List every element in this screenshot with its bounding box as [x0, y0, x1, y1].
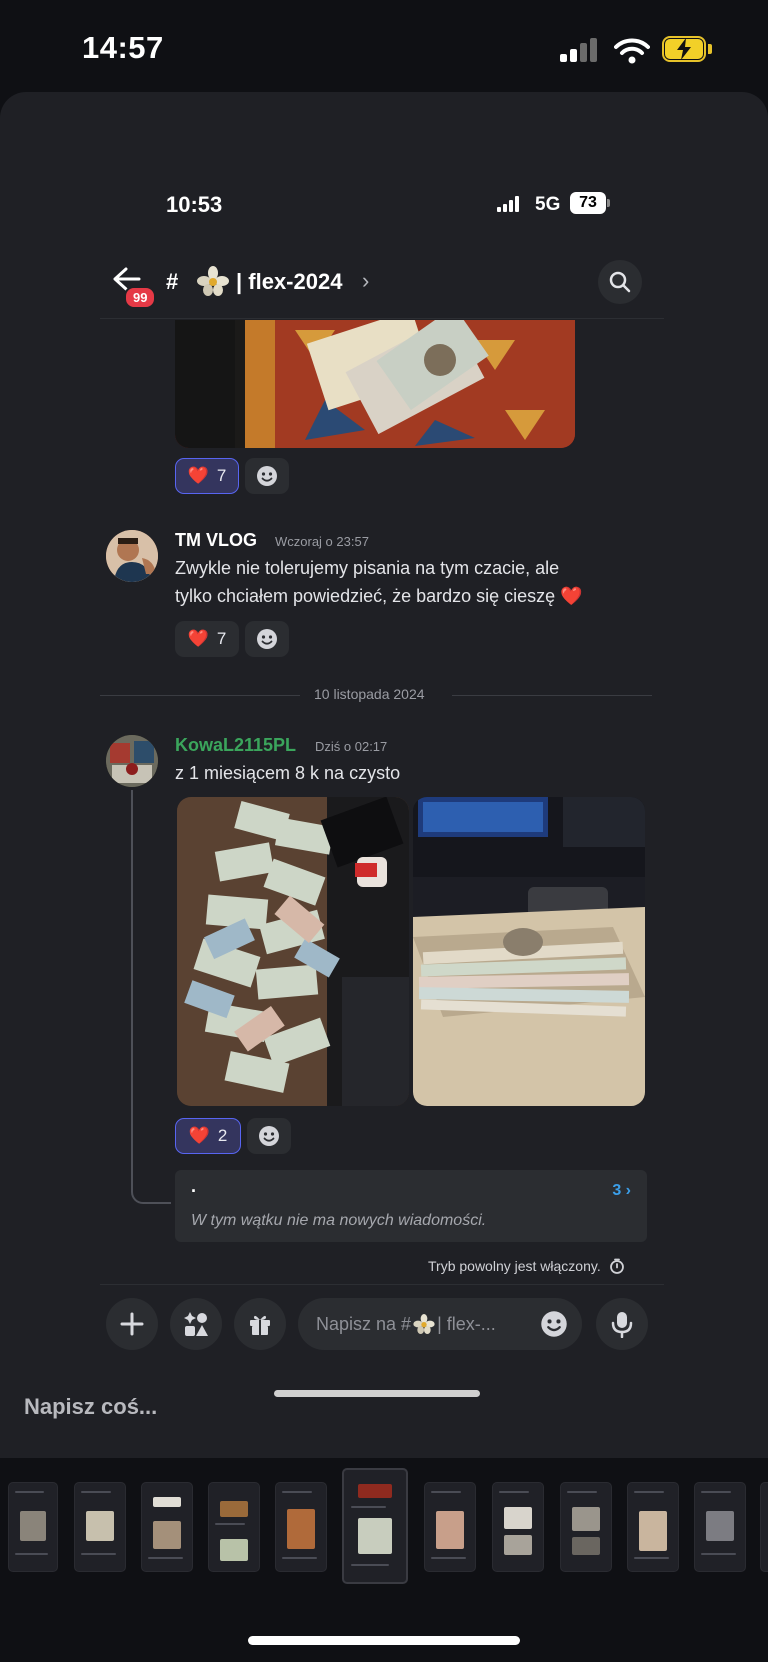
channel-name[interactable]: | flex-2024 [236, 269, 342, 295]
add-reaction-button[interactable] [247, 1118, 291, 1154]
thumbnail-selected[interactable] [342, 1468, 408, 1584]
timestamp-kowal: Dziś o 02:17 [315, 739, 388, 754]
gift-icon [250, 1315, 270, 1335]
message-input-placeholder: Napisz na # [316, 1313, 412, 1334]
slow-mode-text: Tryb powolny jest włączony. [428, 1258, 601, 1274]
thumbnail[interactable] [208, 1482, 260, 1572]
channel-hash: # [166, 269, 179, 294]
gift-button[interactable] [234, 1298, 286, 1350]
emoji-icon [257, 629, 277, 649]
timestamp-tm-vlog: Wczoraj o 23:57 [275, 534, 369, 549]
plus-icon [120, 1312, 144, 1336]
wifi-icon [614, 38, 650, 64]
slow-mode-notice: Tryb powolny jest włączony. [428, 1258, 625, 1274]
message-text-line1: Zwykle nie tolerujemy pisania na tym cza… [175, 558, 560, 578]
message-input-placeholder-tail: | flex-... [437, 1313, 496, 1334]
inner-signal-icon [497, 196, 523, 212]
thread-message-count[interactable]: 3 › [612, 1182, 631, 1200]
inner-battery-icon: 73 [570, 192, 612, 214]
inner-battery-level: 73 [579, 194, 597, 211]
reaction-heart[interactable]: ❤️ 7 [175, 458, 239, 494]
message-text-line2-content: tylko chciałem powiedzieć, że bardzo się… [175, 586, 556, 606]
thumbnail[interactable] [760, 1482, 768, 1572]
carpet-money-photo [175, 320, 575, 448]
avatar-kowal[interactable] [106, 735, 158, 787]
unread-badge: 99 [124, 286, 157, 309]
money-stack-photo [413, 797, 645, 1106]
channel-flower-emoji-small [413, 1314, 435, 1334]
reaction-count: 7 [216, 629, 227, 648]
channel-chevron-icon: › [362, 268, 370, 293]
emoji-icon [259, 1126, 279, 1146]
emoji-picker-icon[interactable] [540, 1310, 568, 1338]
thumbnail-strip [0, 1460, 768, 1610]
money-desk-photo [177, 797, 409, 1106]
search-button[interactable] [598, 260, 642, 304]
username-kowal[interactable]: KowaL2115PL [175, 735, 296, 756]
composer-divider [100, 1284, 664, 1285]
heart-emoji-inline: ❤️ [560, 586, 583, 606]
apps-button[interactable] [170, 1298, 222, 1350]
battery-charging-icon [662, 36, 714, 64]
message-image-money-desk[interactable] [177, 797, 409, 1106]
cellular-signal-icon [560, 38, 600, 62]
thumbnail[interactable] [492, 1482, 544, 1572]
inner-status-time: 10:53 [166, 192, 223, 217]
thumbnail[interactable] [560, 1482, 612, 1572]
status-time: 14:57 [82, 30, 164, 65]
inner-home-indicator [274, 1390, 480, 1397]
inner-network-label: 5G [535, 194, 561, 215]
heart-emoji: ❤️ [187, 629, 209, 648]
thumbnail[interactable] [275, 1482, 327, 1572]
thumbnail[interactable] [627, 1482, 679, 1572]
heart-emoji: ❤️ [188, 1126, 210, 1145]
username-tm-vlog[interactable]: TM VLOG [175, 530, 257, 551]
thumbnail[interactable] [8, 1482, 58, 1572]
microphone-icon [611, 1312, 633, 1338]
add-reaction-button[interactable] [245, 458, 289, 494]
channel-flower-emoji [197, 266, 229, 296]
reaction-heart[interactable]: ❤️ 2 [175, 1118, 241, 1154]
thread-card[interactable]: . 3 › W tym wątku nie ma nowych wiadomoś… [175, 1170, 647, 1242]
date-divider-line-left [100, 695, 300, 696]
add-reaction-button[interactable] [245, 621, 289, 657]
message-text-kowal: z 1 miesiącem 8 k na czysto [175, 763, 401, 783]
date-divider-label: 10 listopada 2024 [314, 686, 425, 702]
thread-connector [131, 790, 171, 1204]
plus-button[interactable] [106, 1298, 158, 1350]
thread-status: W tym wątku nie ma nowych wiadomości. [191, 1212, 487, 1229]
heart-emoji: ❤️ [187, 466, 209, 485]
clock-icon [609, 1258, 624, 1274]
thumbnail[interactable] [141, 1482, 193, 1572]
message-text-line2: tylko chciałem powiedzieć, że bardzo się… [175, 582, 583, 611]
thumbnail[interactable] [74, 1482, 126, 1572]
thumbnail[interactable] [694, 1482, 746, 1572]
message-image-money-stack[interactable] [413, 797, 645, 1106]
caption-input[interactable]: Napisz coś... [24, 1394, 157, 1420]
apps-icon [184, 1312, 208, 1336]
emoji-icon [257, 466, 277, 486]
date-divider-line-right [452, 695, 652, 696]
reaction-heart[interactable]: ❤️ 7 [175, 621, 239, 657]
search-icon [609, 271, 631, 293]
message-input[interactable]: Napisz na # | flex-... [298, 1298, 582, 1350]
message-image-carpet[interactable] [175, 320, 575, 448]
home-indicator [248, 1636, 520, 1645]
reaction-count: 7 [216, 466, 227, 485]
thread-title: . [191, 1176, 197, 1196]
avatar-tm-vlog[interactable] [106, 530, 158, 582]
header-divider [100, 318, 664, 319]
reaction-count: 2 [217, 1126, 228, 1145]
voice-message-button[interactable] [596, 1298, 648, 1350]
thumbnail[interactable] [424, 1482, 476, 1572]
